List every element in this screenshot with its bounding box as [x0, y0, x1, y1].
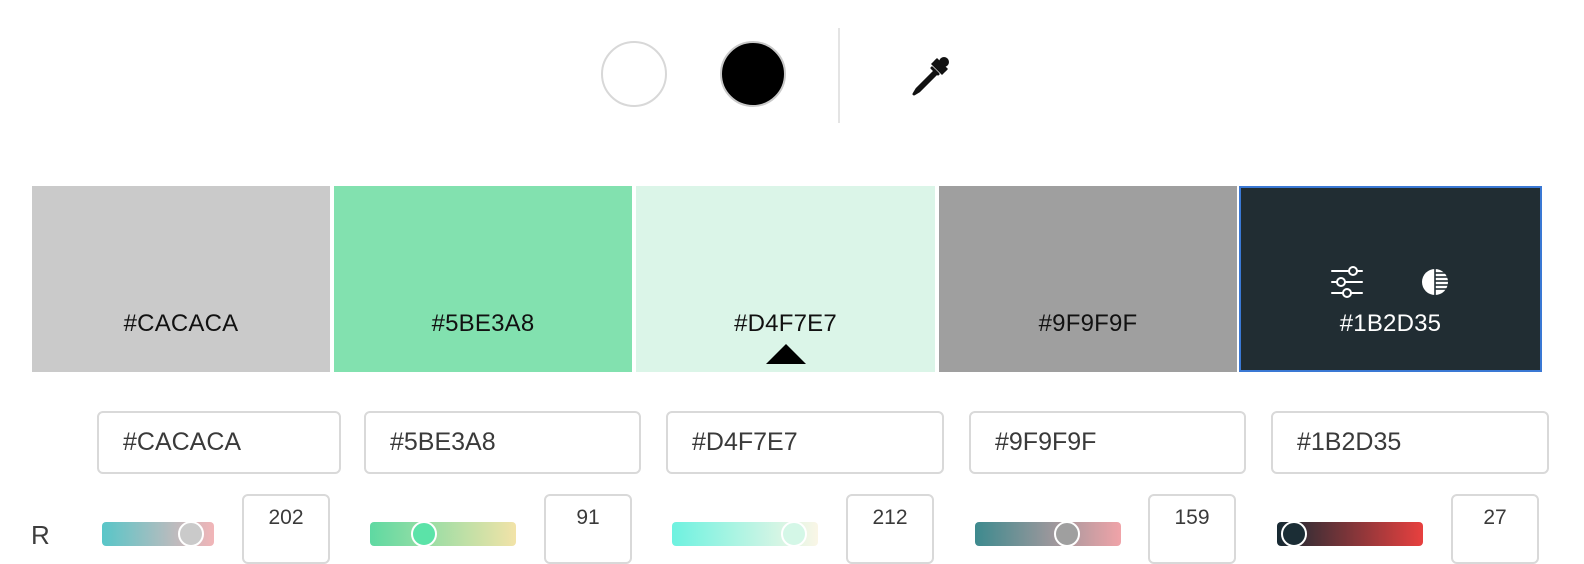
toolbar-divider — [838, 28, 840, 123]
hex-input-2[interactable] — [364, 411, 641, 474]
channel-label-r: R — [31, 520, 50, 550]
base-color-indicator — [766, 344, 806, 364]
white-color-button[interactable] — [601, 41, 667, 107]
r-slider-thumb[interactable] — [781, 521, 808, 547]
swatch-2[interactable]: #5BE3A8 — [334, 186, 632, 372]
swatch-hex-label: #9F9F9F — [1038, 310, 1138, 337]
r-slider-4[interactable] — [975, 521, 1121, 547]
r-slider-3[interactable] — [672, 521, 818, 547]
swatch-5-selected[interactable]: #1B2D35 — [1239, 186, 1542, 372]
r-slider-thumb[interactable] — [410, 521, 437, 547]
r-slider-thumb[interactable] — [1281, 521, 1308, 547]
r-value-input-5[interactable] — [1451, 494, 1539, 564]
contrast-icon[interactable] — [1420, 267, 1450, 302]
swatch-hex-label: #D4F7E7 — [734, 310, 837, 337]
swatch-hex-label: #5BE3A8 — [431, 310, 535, 337]
hex-input-3[interactable] — [666, 411, 944, 474]
r-slider-2[interactable] — [370, 521, 516, 547]
swatch-hex-label: #1B2D35 — [1339, 310, 1442, 337]
swatch-hex-label: #CACACA — [123, 310, 239, 337]
r-value-input-2[interactable] — [544, 494, 632, 564]
hex-input-4[interactable] — [969, 411, 1246, 474]
swatch-4[interactable]: #9F9F9F — [939, 186, 1237, 372]
sliders-icon[interactable] — [1329, 264, 1365, 305]
r-slider-thumb[interactable] — [1053, 521, 1080, 547]
swatch-tools — [1241, 262, 1540, 302]
r-value-input-1[interactable] — [242, 494, 330, 564]
r-value-input-3[interactable] — [846, 494, 934, 564]
r-value-input-4[interactable] — [1148, 494, 1236, 564]
black-color-button[interactable] — [720, 41, 786, 107]
r-slider-5[interactable] — [1277, 521, 1423, 547]
swatch-3[interactable]: #D4F7E7 — [636, 186, 935, 372]
swatch-1[interactable]: #CACACA — [32, 186, 330, 372]
hex-input-5[interactable] — [1271, 411, 1549, 474]
hex-input-1[interactable] — [97, 411, 341, 474]
eyedropper-icon[interactable] — [906, 52, 954, 100]
r-slider-thumb[interactable] — [178, 521, 205, 547]
r-slider-1[interactable] — [102, 521, 214, 547]
